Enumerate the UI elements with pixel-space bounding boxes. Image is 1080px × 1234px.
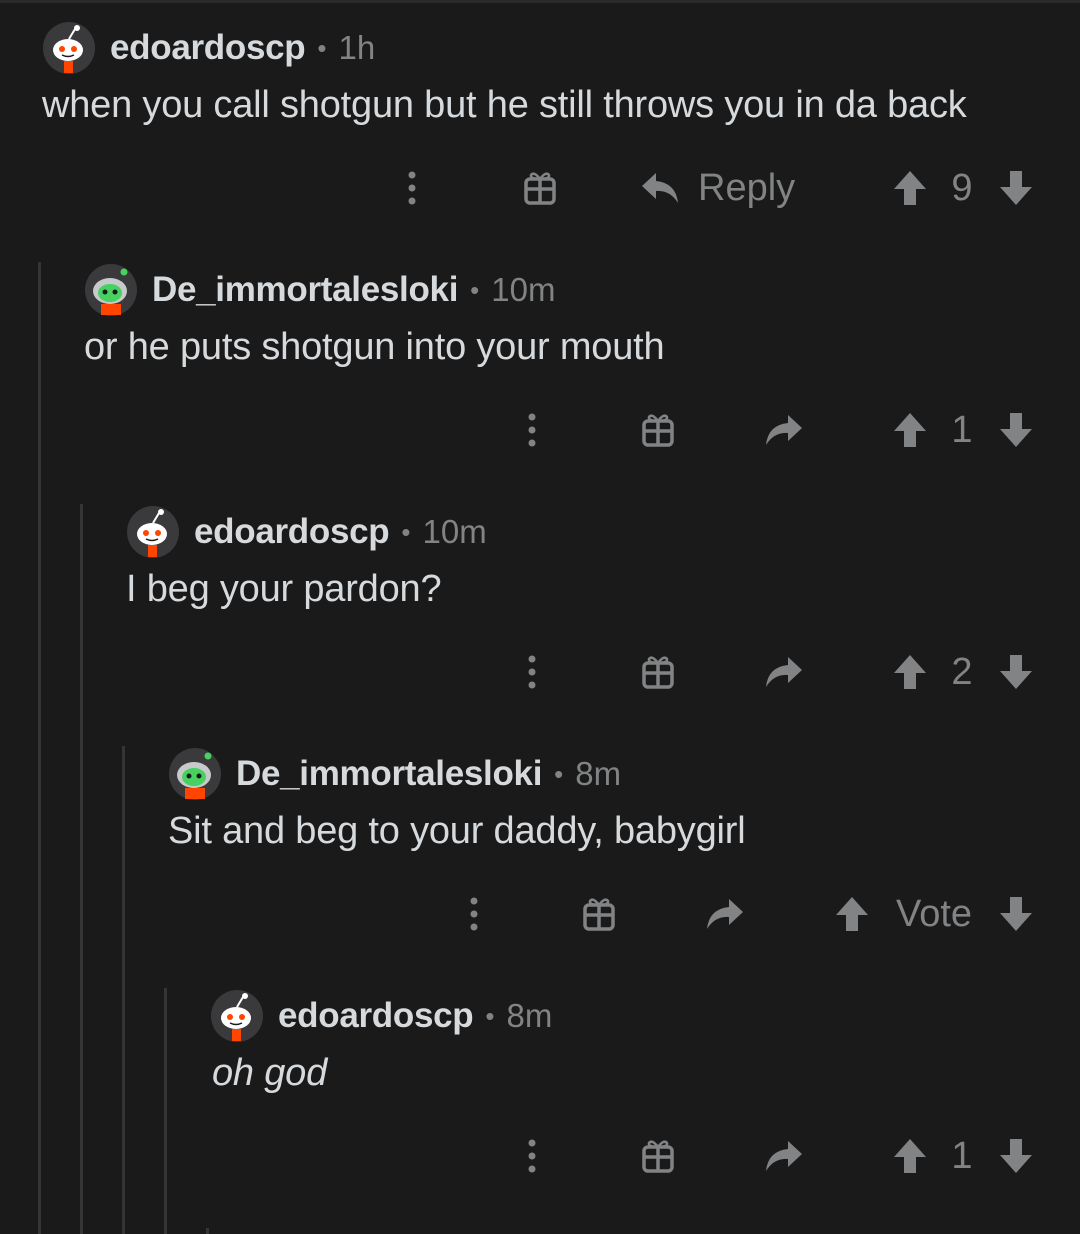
downvote-button[interactable] <box>994 400 1038 460</box>
comment-body: oh god <box>212 1052 328 1094</box>
meta-separator: • <box>401 516 411 547</box>
upvote-button[interactable] <box>888 158 932 218</box>
comment-actions: 1 <box>0 400 1080 460</box>
comment-author[interactable]: edoardoscp <box>110 28 306 68</box>
snoo-avatar-icon[interactable] <box>210 989 264 1043</box>
meta-separator: • <box>470 274 480 305</box>
reply-button[interactable] <box>762 642 806 702</box>
comment-timestamp: 8m <box>506 997 553 1034</box>
snoo-avatar-icon[interactable] <box>126 505 180 559</box>
meta-separator: • <box>554 758 564 789</box>
comment-header: edoardoscp • 8m <box>210 988 552 1044</box>
upvote-arrow-icon <box>893 412 927 448</box>
more-options-icon <box>526 412 538 448</box>
upvote-arrow-icon <box>835 896 869 932</box>
comment-body: I beg your pardon? <box>126 568 442 610</box>
more-options-icon <box>406 170 418 206</box>
comment-author[interactable]: edoardoscp <box>194 512 390 552</box>
comment-header: edoardoscp • 1h <box>42 20 375 76</box>
thread-line-level-4[interactable] <box>164 988 167 1234</box>
award-button[interactable] <box>573 884 625 944</box>
vote-score: 9 <box>951 166 973 209</box>
downvote-button[interactable] <box>994 884 1038 944</box>
comment-actions: Vote <box>0 884 1080 944</box>
snoo-green-avatar-icon[interactable] <box>84 263 138 317</box>
upvote-button[interactable] <box>830 884 874 944</box>
award-button[interactable] <box>514 158 566 218</box>
comment-header: edoardoscp • 10m <box>126 504 487 560</box>
snoo-green-avatar-icon[interactable] <box>168 747 222 801</box>
more-options-icon <box>468 896 480 932</box>
meta-separator: • <box>485 1000 495 1031</box>
more-options-button[interactable] <box>390 158 434 218</box>
gift-award-icon <box>642 1139 674 1173</box>
comment-author[interactable]: De_immortalesloki <box>236 754 542 794</box>
gift-award-icon <box>642 413 674 447</box>
vote-score: Vote <box>895 892 973 935</box>
more-options-button[interactable] <box>510 1126 554 1186</box>
comment-author[interactable]: edoardoscp <box>278 996 474 1036</box>
more-options-button[interactable] <box>510 400 554 460</box>
downvote-arrow-icon <box>999 412 1033 448</box>
comment-author[interactable]: De_immortalesloki <box>152 270 458 310</box>
comment-actions: 2 <box>0 642 1080 702</box>
downvote-arrow-icon <box>999 1138 1033 1174</box>
gift-award-icon <box>642 655 674 689</box>
comment-actions: Reply 9 <box>0 158 1080 218</box>
downvote-button[interactable] <box>994 642 1038 702</box>
vote-score: 2 <box>951 650 973 693</box>
comment-body: or he puts shotgun into your mouth <box>84 326 665 368</box>
reply-button[interactable] <box>762 400 806 460</box>
downvote-arrow-icon <box>999 654 1033 690</box>
comment-header: De_immortalesloki • 10m <box>84 262 555 318</box>
reply-button[interactable] <box>762 1126 806 1186</box>
upvote-button[interactable] <box>888 642 932 702</box>
meta-separator: • <box>317 32 327 63</box>
comment-header: De_immortalesloki • 8m <box>168 746 621 802</box>
upvote-arrow-icon <box>893 654 927 690</box>
thread-line-level-5[interactable] <box>206 1228 209 1234</box>
upvote-button[interactable] <box>888 1126 932 1186</box>
downvote-button[interactable] <box>994 1126 1038 1186</box>
snoo-avatar-icon[interactable] <box>42 21 96 75</box>
thread-line-level-2[interactable] <box>80 504 83 1234</box>
gift-award-icon <box>524 171 556 205</box>
comment-actions: 1 <box>0 1126 1080 1186</box>
reply-arrow-icon <box>764 1139 804 1173</box>
vote-score: 1 <box>951 1134 973 1177</box>
vote-score: 1 <box>951 408 973 451</box>
comment-timestamp: 10m <box>491 271 556 308</box>
award-button[interactable] <box>632 400 684 460</box>
comment-body: Sit and beg to your daddy, babygirl <box>168 810 746 852</box>
more-options-button[interactable] <box>452 884 496 944</box>
reply-label: Reply <box>698 166 796 209</box>
award-button[interactable] <box>632 1126 684 1186</box>
reply-arrow-icon <box>764 413 804 447</box>
upvote-arrow-icon <box>893 1138 927 1174</box>
award-button[interactable] <box>632 642 684 702</box>
upvote-button[interactable] <box>888 400 932 460</box>
upvote-arrow-icon <box>893 170 927 206</box>
more-options-button[interactable] <box>510 642 554 702</box>
reply-arrow-icon <box>705 897 745 931</box>
reply-button[interactable]: Reply <box>640 158 810 218</box>
comment-timestamp: 8m <box>575 755 622 792</box>
reply-button[interactable] <box>703 884 747 944</box>
downvote-button[interactable] <box>994 158 1038 218</box>
more-options-icon <box>526 654 538 690</box>
downvote-arrow-icon <box>999 170 1033 206</box>
reply-arrow-icon <box>640 171 680 205</box>
gift-award-icon <box>583 897 615 931</box>
downvote-arrow-icon <box>999 896 1033 932</box>
comment-body: when you call shotgun but he still throw… <box>42 84 967 126</box>
more-options-icon <box>526 1138 538 1174</box>
comment-timestamp: 10m <box>422 513 487 550</box>
top-divider <box>0 0 1080 3</box>
comment-timestamp: 1h <box>338 29 376 66</box>
reply-arrow-icon <box>764 655 804 689</box>
